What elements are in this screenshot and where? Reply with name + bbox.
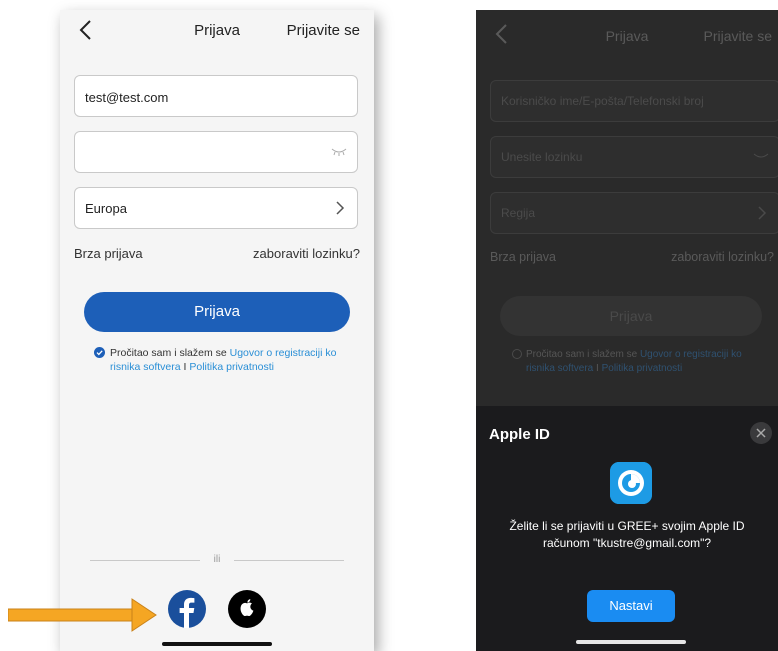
password-field[interactable] [74, 131, 358, 173]
divider-right [234, 560, 344, 561]
apple-id-sheet: Apple ID Želite li se prijaviti u GREE+ … [476, 406, 778, 651]
agreement-text: Pročitao sam i slažem se [110, 347, 230, 359]
privacy-link[interactable]: Politika privatnosti [602, 363, 683, 374]
continue-button[interactable]: Nastavi [587, 590, 675, 622]
chevron-right-icon [336, 201, 345, 215]
region-selector[interactable]: Europa [74, 187, 358, 229]
login-screen-light: Prijava Prijavite se Europa Brza prijava… [60, 10, 374, 651]
checkbox-checked-icon[interactable] [94, 347, 105, 358]
checkbox-unchecked-icon[interactable] [512, 349, 522, 359]
home-indicator [162, 642, 272, 646]
eye-closed-icon[interactable] [331, 148, 347, 156]
region-value: Europa [85, 201, 127, 216]
register-link[interactable]: Prijavite se [704, 28, 772, 44]
quick-login-link[interactable]: Brza prijava [74, 246, 143, 261]
sheet-message: Želite li se prijaviti u GREE+ svojim Ap… [509, 519, 745, 550]
quick-login-link[interactable]: Brza prijava [490, 250, 556, 264]
agreement-separator: I [593, 363, 602, 374]
username-placeholder: Korisničko ime/E-pošta/Telefonski broj [501, 94, 704, 108]
forgot-password-link[interactable]: zaboraviti lozinku? [671, 250, 774, 264]
facebook-icon[interactable] [168, 590, 206, 628]
forgot-password-link[interactable]: zaboraviti lozinku? [253, 246, 360, 261]
home-indicator [576, 640, 686, 644]
close-button[interactable] [750, 422, 772, 444]
password-placeholder: Unesite lozinku [501, 150, 583, 164]
email-field[interactable] [74, 75, 358, 117]
apple-icon[interactable] [228, 590, 266, 628]
password-field[interactable]: Unesite lozinku [490, 136, 778, 178]
region-selector[interactable]: Regija [490, 192, 778, 234]
email-input[interactable] [83, 84, 317, 110]
chevron-right-icon [758, 206, 767, 220]
region-placeholder: Regija [501, 206, 536, 220]
login-screen-dimmed: Prijava Prijavite se Korisničko ime/E-po… [476, 10, 778, 651]
nav-bar: Prijava Prijavite se [60, 10, 374, 52]
close-icon [756, 428, 766, 438]
privacy-link[interactable]: Politika privatnosti [189, 361, 274, 373]
agreement-text: Pročitao sam i slažem se [526, 349, 640, 360]
login-button[interactable]: Prijava [500, 296, 762, 336]
gree-app-icon [610, 462, 652, 504]
password-input[interactable] [83, 140, 317, 166]
login-button[interactable]: Prijava [84, 292, 350, 332]
username-field[interactable]: Korisničko ime/E-pošta/Telefonski broj [490, 80, 778, 122]
sheet-title: Apple ID [489, 426, 550, 443]
orange-arrow-icon [8, 598, 157, 632]
eye-closed-icon[interactable] [753, 153, 769, 161]
register-link[interactable]: Prijavite se [287, 22, 360, 39]
